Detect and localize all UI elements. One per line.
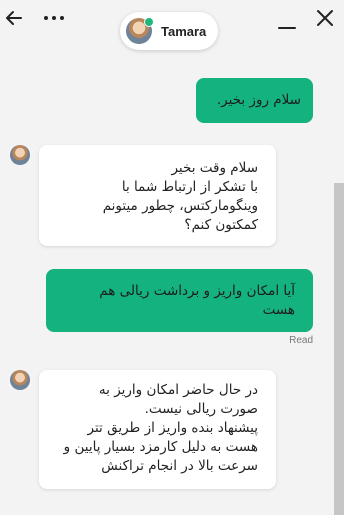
minimize-button[interactable] (275, 10, 299, 34)
outgoing-message: آیا امکان واریز و برداشت ریالی هم هست (46, 269, 313, 332)
close-icon (317, 10, 333, 26)
chat-window: Tamara سلام روز بخیر. سلام وقت بخیر با ت… (0, 0, 344, 515)
agent-avatar (126, 17, 154, 44)
more-horizontal-icon (44, 16, 64, 20)
back-button[interactable] (2, 6, 26, 30)
agent-badge[interactable]: Tamara (120, 12, 218, 50)
close-button[interactable] (313, 6, 337, 30)
agent-avatar (10, 370, 30, 390)
online-status-dot (144, 17, 154, 27)
arrow-left-icon (6, 11, 22, 25)
minimize-icon (278, 27, 296, 29)
read-receipt: Read (289, 335, 313, 346)
more-options-button[interactable] (40, 6, 68, 30)
agent-name: Tamara (161, 23, 207, 39)
outgoing-message: سلام روز بخیر. (196, 78, 313, 123)
incoming-message: در حال حاضر امکان واریز به صورت ریالی نی… (39, 370, 276, 489)
agent-avatar (10, 145, 30, 165)
scrollbar-thumb[interactable] (334, 183, 344, 515)
incoming-message: سلام وقت بخیر با تشکر از ارتباط شما با و… (39, 145, 276, 246)
chat-header: Tamara (0, 0, 344, 58)
